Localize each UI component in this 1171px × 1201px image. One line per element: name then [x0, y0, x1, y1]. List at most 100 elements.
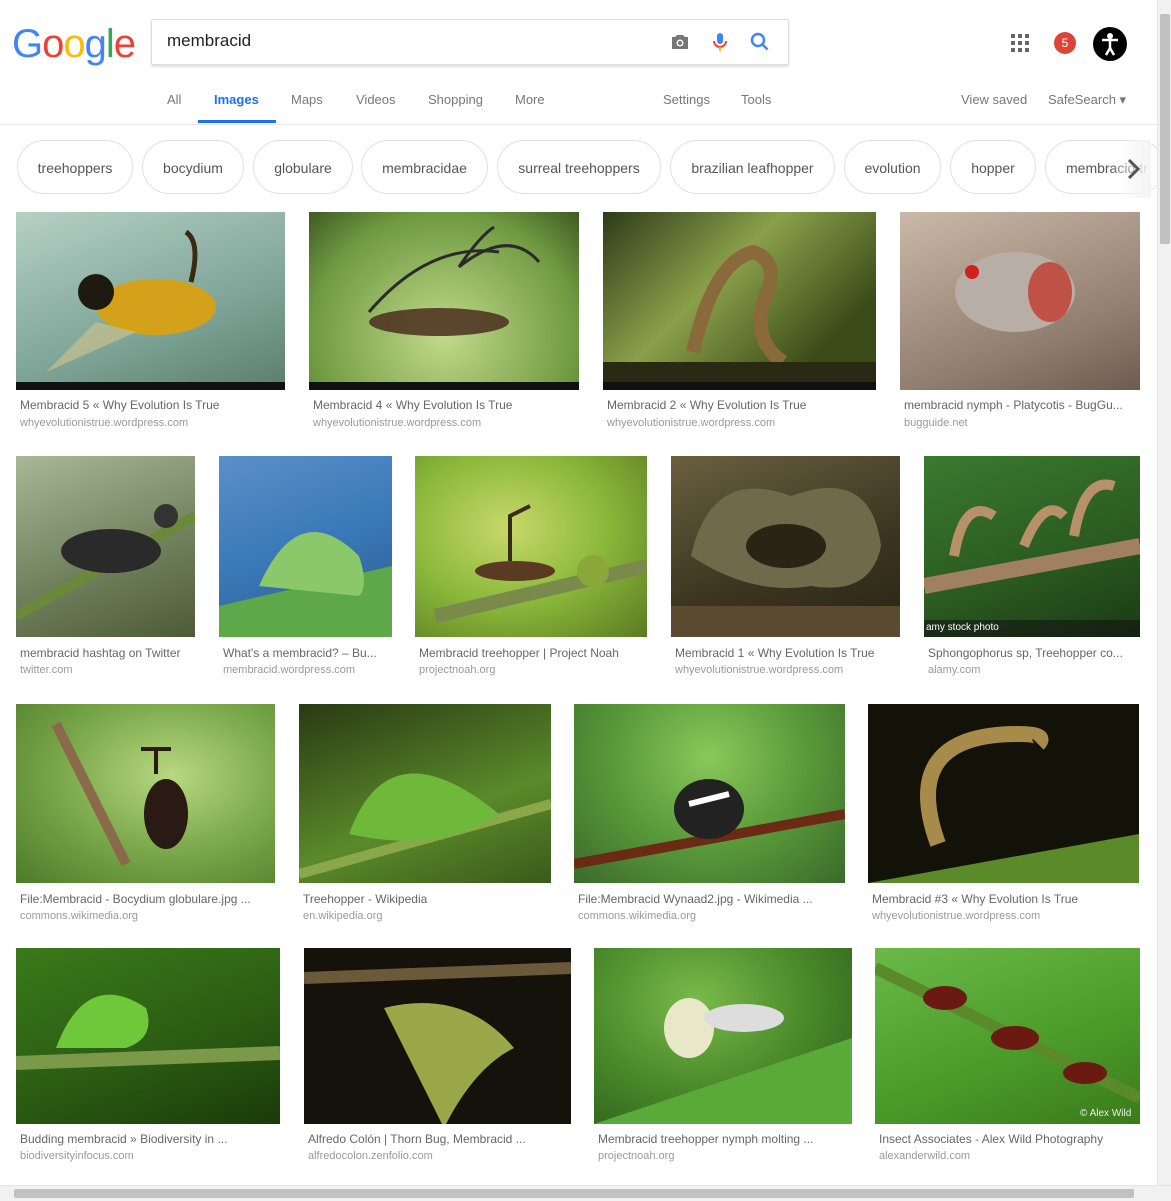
image-result[interactable]: Membracid 5 « Why Evolution Is True whye… [16, 212, 285, 432]
image-result[interactable]: Membracid #3 « Why Evolution Is True why… [868, 704, 1139, 926]
result-source: whyevolutionistrue.wordpress.com [675, 664, 844, 676]
result-source: whyevolutionistrue.wordpress.com [872, 910, 1041, 922]
tab-settings[interactable]: Settings [663, 92, 710, 107]
camera-icon[interactable] [668, 30, 692, 54]
result-thumbnail[interactable] [16, 948, 280, 1124]
horizontal-scroll-thumb[interactable] [14, 1189, 1134, 1198]
chip-evolution[interactable]: evolution [844, 140, 941, 194]
result-thumbnail[interactable] [603, 212, 876, 390]
vertical-scrollbar[interactable] [1157, 0, 1171, 1185]
search-icon[interactable] [748, 30, 772, 54]
logo-letter-g: G [12, 22, 43, 66]
result-title[interactable]: membracid nymph - Platycotis - BugGu... [904, 398, 1138, 412]
vertical-scroll-thumb[interactable] [1160, 14, 1170, 244]
chip-surreal-treehoppers[interactable]: surreal treehoppers [497, 140, 661, 194]
result-thumbnail[interactable]: © Alex Wild [875, 948, 1140, 1124]
microphone-icon[interactable] [708, 30, 732, 54]
result-title[interactable]: Membracid 5 « Why Evolution Is True [20, 398, 280, 412]
tab-maps[interactable]: Maps [291, 92, 323, 107]
image-result[interactable]: Treehopper - Wikipedia en.wikipedia.org [299, 704, 551, 926]
result-title[interactable]: Membracid treehopper nymph molting ... [598, 1132, 848, 1146]
result-title[interactable]: File:Membracid - Bocydium globulare.jpg … [20, 892, 270, 906]
result-thumbnail[interactable] [16, 704, 275, 883]
apps-grid-icon[interactable] [1010, 33, 1030, 53]
result-title[interactable]: Alfredo Colón | Thorn Bug, Membracid ... [308, 1132, 566, 1146]
result-thumbnail[interactable] [16, 212, 285, 390]
result-title[interactable]: Membracid 2 « Why Evolution Is True [607, 398, 872, 412]
image-result[interactable]: File:Membracid Wynaad2.jpg - Wikimedia .… [574, 704, 845, 926]
result-thumbnail[interactable] [16, 456, 195, 637]
image-result[interactable]: Membracid treehopper nymph molting ... p… [594, 948, 852, 1170]
google-logo[interactable]: Google [12, 22, 136, 67]
result-source: alfredocolon.zenfolio.com [308, 1150, 433, 1162]
logo-letter-o1: o [42, 22, 64, 66]
chip-treehoppers[interactable]: treehoppers [17, 140, 133, 194]
result-source: projectnoah.org [419, 664, 496, 676]
result-thumbnail[interactable]: amy stock photo [924, 456, 1140, 637]
view-saved-link[interactable]: View saved [961, 92, 1027, 107]
tab-more[interactable]: More [515, 92, 545, 107]
chip-globulare[interactable]: globulare [253, 140, 353, 194]
tab-videos[interactable]: Videos [356, 92, 396, 107]
tab-images[interactable]: Images [214, 92, 259, 107]
result-source: whyevolutionistrue.wordpress.com [313, 417, 482, 429]
image-result[interactable]: File:Membracid - Bocydium globulare.jpg … [16, 704, 275, 926]
active-tab-indicator [198, 120, 276, 123]
result-thumbnail[interactable] [900, 212, 1140, 390]
result-thumbnail[interactable] [594, 948, 852, 1124]
image-result[interactable]: amy stock photo Sphongophorus sp, Treeho… [924, 456, 1140, 678]
result-title[interactable]: Membracid 4 « Why Evolution Is True [313, 398, 573, 412]
result-title[interactable]: membracid hashtag on Twitter [20, 646, 192, 660]
result-source: whyevolutionistrue.wordpress.com [607, 417, 776, 429]
result-title[interactable]: What's a membracid? – Bu... [223, 646, 389, 660]
result-source: alamy.com [928, 664, 981, 676]
avatar[interactable] [1093, 27, 1127, 61]
result-title[interactable]: File:Membracid Wynaad2.jpg - Wikimedia .… [578, 892, 840, 906]
image-result[interactable]: Membracid 1 « Why Evolution Is True whye… [671, 456, 900, 678]
watermark-text: amy stock photo [926, 622, 999, 633]
result-title[interactable]: Budding membracid » Biodiversity in ... [20, 1132, 275, 1146]
result-title[interactable]: Treehopper - Wikipedia [303, 892, 548, 906]
search-input[interactable] [167, 30, 647, 52]
result-title[interactable]: Sphongophorus sp, Treehopper co... [928, 646, 1138, 660]
chip-brazilian-leafhopper[interactable]: brazilian leafhopper [670, 140, 835, 194]
result-thumbnail[interactable] [574, 704, 845, 883]
image-result[interactable]: Membracid 4 « Why Evolution Is True whye… [309, 212, 579, 432]
tab-shopping[interactable]: Shopping [428, 92, 483, 107]
result-thumbnail[interactable] [219, 456, 392, 637]
chip-bocydium[interactable]: bocydium [142, 140, 244, 194]
result-thumbnail[interactable] [415, 456, 647, 637]
tab-tools[interactable]: Tools [741, 92, 771, 107]
horizontal-scrollbar[interactable] [0, 1185, 1171, 1201]
image-result[interactable]: membracid hashtag on Twitter twitter.com [16, 456, 195, 678]
safesearch-dropdown[interactable]: SafeSearch ▾ [1048, 92, 1126, 108]
result-thumbnail[interactable] [304, 948, 571, 1124]
result-source: commons.wikimedia.org [578, 910, 696, 922]
image-result[interactable]: Membracid treehopper | Project Noah proj… [415, 456, 647, 678]
image-result[interactable]: What's a membracid? – Bu... membracid.wo… [219, 456, 392, 678]
image-result[interactable]: Alfredo Colón | Thorn Bug, Membracid ...… [304, 948, 571, 1170]
image-result[interactable]: Budding membracid » Biodiversity in ... … [16, 948, 280, 1170]
notifications-badge[interactable]: 5 [1054, 32, 1076, 54]
related-searches-chips: treehoppers bocydium globulare membracid… [0, 136, 1157, 200]
logo-letter-e: e [113, 22, 136, 66]
tab-all[interactable]: All [167, 92, 181, 107]
image-result[interactable]: © Alex Wild Insect Associates - Alex Wil… [875, 948, 1140, 1170]
result-title[interactable]: Membracid treehopper | Project Noah [419, 646, 644, 660]
result-title[interactable]: Membracid #3 « Why Evolution Is True [872, 892, 1134, 906]
chevron-right-icon [1127, 158, 1141, 180]
chip-hopper[interactable]: hopper [950, 140, 1036, 194]
result-title[interactable]: Insect Associates - Alex Wild Photograph… [879, 1132, 1135, 1146]
result-source: alexanderwild.com [879, 1150, 971, 1162]
result-thumbnail[interactable] [868, 704, 1139, 883]
result-thumbnail[interactable] [309, 212, 579, 390]
result-title[interactable]: Membracid 1 « Why Evolution Is True [675, 646, 897, 660]
logo-letter-g2: g [84, 22, 107, 66]
logo-letter-l: l [105, 22, 115, 66]
chip-membracidae[interactable]: membracidae [361, 140, 488, 194]
result-thumbnail[interactable] [671, 456, 900, 637]
result-thumbnail[interactable] [299, 704, 551, 883]
image-result[interactable]: Membracid 2 « Why Evolution Is True whye… [603, 212, 876, 432]
image-result[interactable]: membracid nymph - Platycotis - BugGu... … [900, 212, 1140, 432]
chips-next-arrow[interactable] [1115, 140, 1151, 198]
